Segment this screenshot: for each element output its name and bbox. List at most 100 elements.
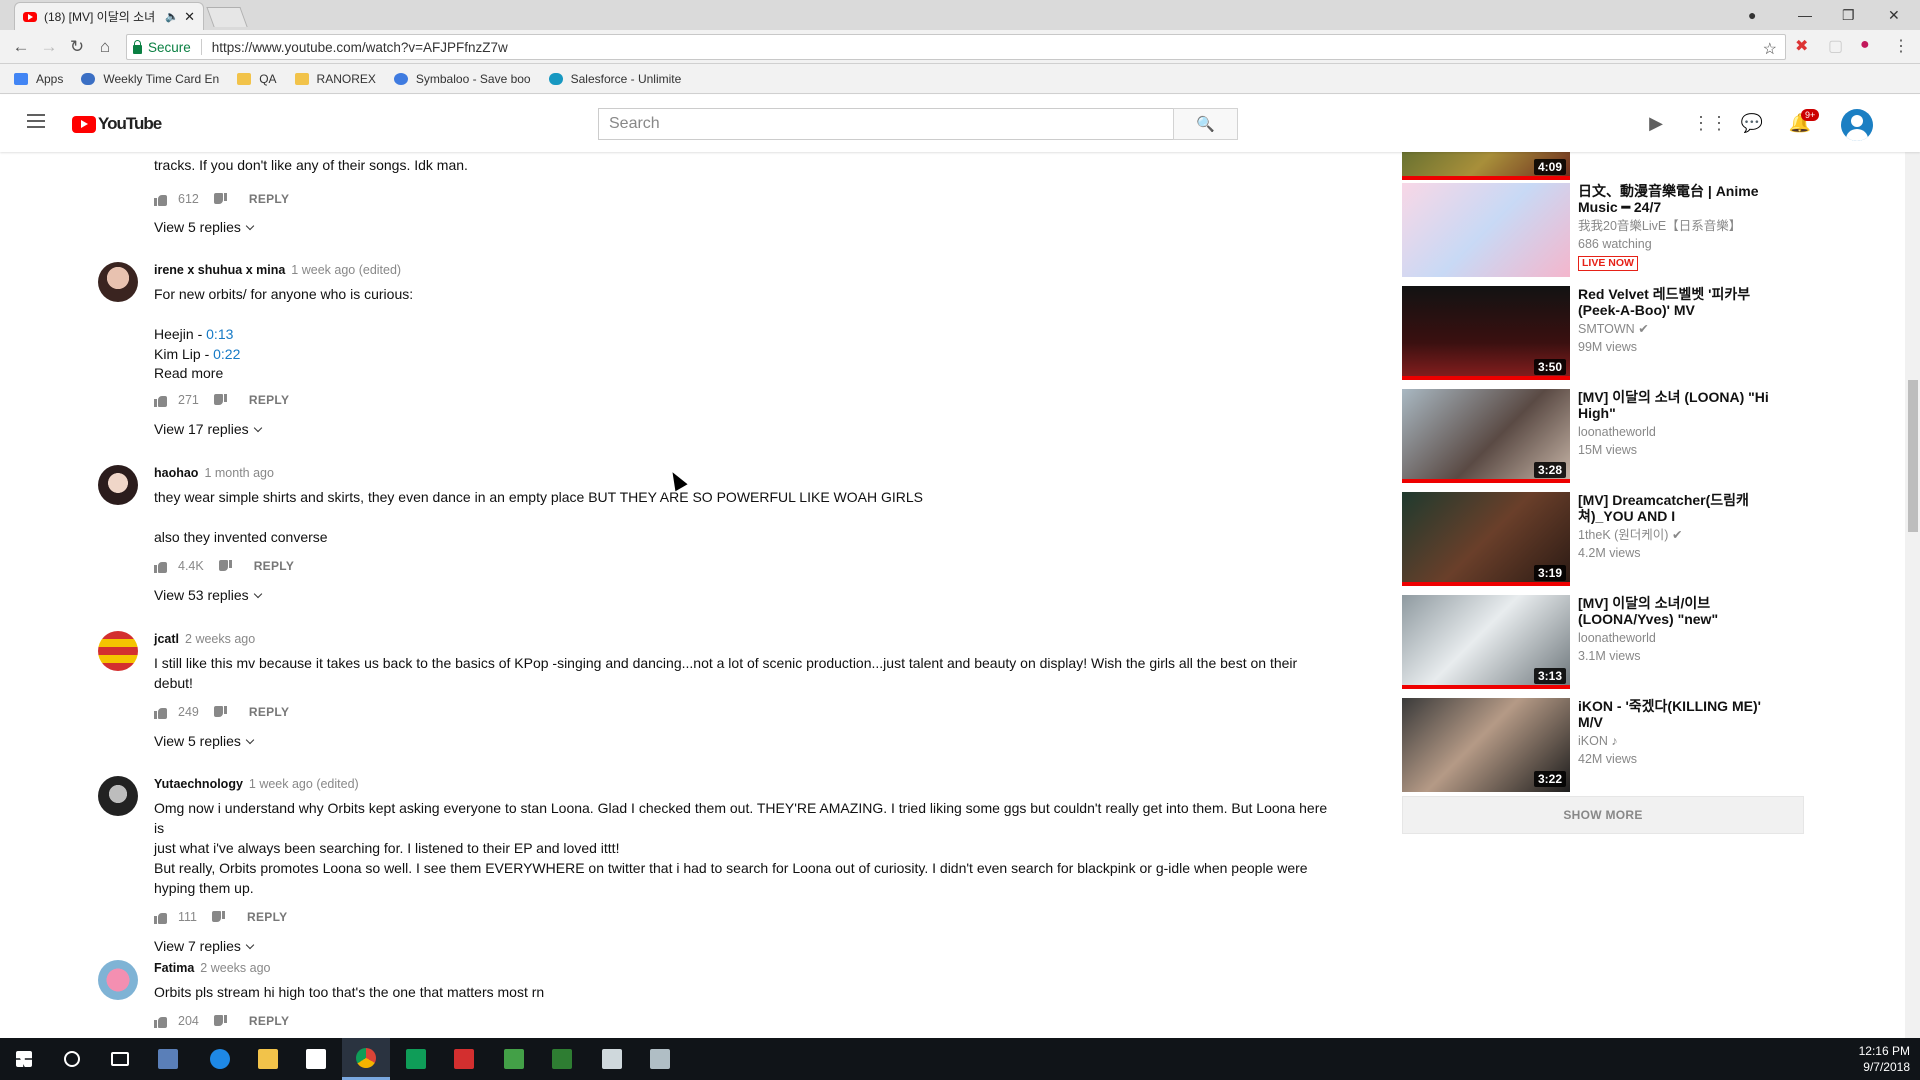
video-thumbnail[interactable]: 3:13	[1402, 595, 1570, 689]
video-thumbnail[interactable]: 4:09	[1402, 152, 1570, 180]
video-thumbnail[interactable]: 3:22	[1402, 698, 1570, 792]
channel-name[interactable]: loonatheworld	[1578, 423, 1778, 441]
avatar[interactable]	[98, 631, 138, 671]
app-folder-icon[interactable]	[538, 1038, 586, 1080]
sticky-notes-icon[interactable]	[292, 1038, 340, 1080]
video-title[interactable]: iKON - '죽겠다(KILLING ME)' M/V	[1578, 698, 1778, 730]
video-title[interactable]: 日文、動漫音樂電台 | Anime Music ━ 24/7	[1578, 183, 1778, 215]
video-title[interactable]: [MV] 이달의 소녀 (LOONA) "Hi High"	[1578, 389, 1778, 421]
ranorex-studio-icon[interactable]	[490, 1038, 538, 1080]
speaker-icon[interactable]: 🔈	[165, 10, 179, 23]
recommendation-item[interactable]: 3:13 [MV] 이달의 소녀/이브 (LOONA/Yves) "new" l…	[1402, 595, 1807, 689]
recommendation-item[interactable]: 日文、動漫音樂電台 | Anime Music ━ 24/7 我我20音樂Liv…	[1402, 183, 1807, 277]
profile-icon[interactable]: ●	[1748, 0, 1756, 30]
comment-author[interactable]: irene x shuhua x mina	[154, 263, 285, 277]
like-icon[interactable]	[154, 911, 168, 924]
dislike-icon[interactable]	[218, 560, 232, 573]
task-view-icon[interactable]	[96, 1038, 144, 1080]
reply-button[interactable]: REPLY	[254, 559, 294, 573]
timestamp-link[interactable]: 0:13	[206, 326, 233, 342]
like-icon[interactable]	[154, 560, 168, 573]
close-window-button[interactable]: ✕	[1888, 0, 1900, 30]
comment-time[interactable]: 2 weeks ago	[200, 961, 270, 975]
extension-square-icon[interactable]: ▢	[1828, 36, 1843, 56]
account-avatar[interactable]	[1841, 109, 1873, 141]
timestamp-link[interactable]: 0:22	[213, 346, 240, 362]
page-scrollbar[interactable]	[1905, 152, 1920, 1038]
app-window-icon-2[interactable]	[636, 1038, 684, 1080]
recommendation-item[interactable]: 3:22 iKON - '죽겠다(KILLING ME)' M/V iKON ♪…	[1402, 698, 1807, 792]
channel-name[interactable]: loonatheworld	[1578, 629, 1778, 647]
bookmark-qa[interactable]: QA	[237, 72, 277, 86]
bookmark-weekly-time-card[interactable]: Weekly Time Card En	[81, 72, 219, 86]
avatar[interactable]	[98, 960, 138, 1000]
video-title[interactable]: [MV] 이달의 소녀/이브 (LOONA/Yves) "new"	[1578, 595, 1778, 627]
windows-start-icon[interactable]	[0, 1038, 48, 1080]
comment-author[interactable]: haohao	[154, 466, 198, 480]
app-icon[interactable]	[144, 1038, 192, 1080]
forward-arrow-icon[interactable]: →	[38, 36, 60, 58]
like-icon[interactable]	[154, 1015, 168, 1028]
video-thumbnail[interactable]: 3:19	[1402, 492, 1570, 586]
view-replies-button[interactable]: View 17 replies	[154, 421, 1334, 437]
video-thumbnail[interactable]	[1402, 183, 1570, 277]
video-thumbnail[interactable]: 3:50	[1402, 286, 1570, 380]
show-more-button[interactable]: SHOW MORE	[1402, 796, 1804, 834]
extension-color-icon[interactable]: ●	[1860, 36, 1870, 54]
hamburger-menu-icon[interactable]	[27, 114, 45, 128]
recommendation-item[interactable]: 3:28 [MV] 이달의 소녀 (LOONA) "Hi High" loona…	[1402, 389, 1807, 483]
cortana-search-icon[interactable]	[48, 1038, 96, 1080]
avatar[interactable]	[98, 465, 138, 505]
recommendation-item[interactable]: 3:19 [MV] Dreamcatcher(드림캐쳐)_YOU AND I 1…	[1402, 492, 1807, 586]
ranorex-icon[interactable]	[440, 1038, 488, 1080]
reply-button[interactable]: REPLY	[249, 393, 289, 407]
dislike-icon[interactable]	[213, 193, 227, 206]
comment-time[interactable]: 2 weeks ago	[185, 632, 255, 646]
view-replies-button[interactable]: View 7 replies	[154, 938, 1334, 954]
home-icon[interactable]: ⌂	[94, 36, 116, 58]
bookmark-star-icon[interactable]: ☆	[1763, 39, 1777, 59]
chrome-menu-icon[interactable]: ⋮	[1893, 36, 1909, 56]
channel-name[interactable]: 1theK (원더케이) ✔	[1578, 526, 1778, 544]
system-clock[interactable]: 12:16 PM 9/7/2018	[1859, 1043, 1910, 1075]
minimize-button[interactable]: —	[1798, 0, 1812, 30]
file-explorer-icon[interactable]	[244, 1038, 292, 1080]
youtube-logo[interactable]: YouTube	[72, 114, 162, 134]
edge-browser-icon[interactable]	[196, 1038, 244, 1080]
like-icon[interactable]	[154, 394, 168, 407]
reply-button[interactable]: REPLY	[249, 192, 289, 206]
comment-author[interactable]: Fatima	[154, 961, 194, 975]
reply-button[interactable]: REPLY	[247, 910, 287, 924]
upload-video-icon[interactable]: ▶	[1644, 113, 1668, 135]
reload-icon[interactable]: ↻	[66, 36, 88, 58]
recommendation-item[interactable]: 3:50 Red Velvet 레드벨벳 '피카부 (Peek-A-Boo)' …	[1402, 286, 1807, 380]
bookmark-symbaloo[interactable]: Symbaloo - Save boo	[393, 72, 531, 86]
view-replies-button[interactable]: View 53 replies	[154, 587, 1334, 603]
comment-author[interactable]: jcatl	[154, 632, 179, 646]
close-tab-icon[interactable]: ✕	[184, 9, 195, 25]
sheets-icon[interactable]	[392, 1038, 440, 1080]
bookmark-salesforce[interactable]: Salesforce - Unlimite	[548, 72, 681, 86]
channel-name[interactable]: SMTOWN ✔	[1578, 320, 1778, 338]
dislike-icon[interactable]	[213, 706, 227, 719]
comment-time[interactable]: 1 week ago (edited)	[291, 263, 401, 277]
comment-author[interactable]: Yutaechnology	[154, 777, 243, 791]
comment-time[interactable]: 1 month ago	[204, 466, 274, 480]
recommendation-item[interactable]: 4:09	[1402, 152, 1807, 180]
video-title[interactable]: Red Velvet 레드벨벳 '피카부 (Peek-A-Boo)' MV	[1578, 286, 1778, 318]
search-input[interactable]: Search	[598, 108, 1238, 140]
like-icon[interactable]	[154, 706, 168, 719]
dislike-icon[interactable]	[213, 1015, 227, 1028]
bookmark-ranorex[interactable]: RANOREX	[294, 72, 376, 86]
messages-icon[interactable]: 💬	[1740, 113, 1764, 135]
browser-tab[interactable]: (18) [MV] 이달의 소녀 🔈 ✕	[14, 2, 204, 30]
new-tab-button[interactable]	[206, 7, 248, 27]
back-arrow-icon[interactable]: ←	[10, 36, 32, 58]
read-more-link[interactable]: Read more	[154, 365, 1334, 381]
reply-button[interactable]: REPLY	[249, 1014, 289, 1028]
view-replies-button[interactable]: View 5 replies	[154, 219, 255, 235]
like-icon[interactable]	[154, 193, 168, 206]
video-title[interactable]: [MV] Dreamcatcher(드림캐쳐)_YOU AND I	[1578, 492, 1778, 524]
avatar[interactable]	[98, 776, 138, 816]
chrome-icon[interactable]	[342, 1038, 390, 1080]
